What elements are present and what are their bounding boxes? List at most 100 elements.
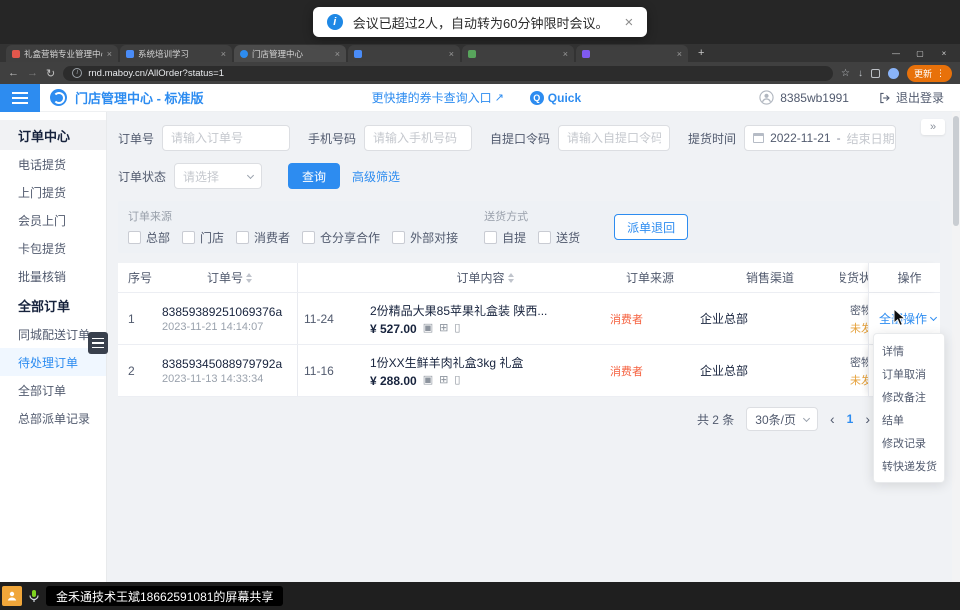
checkbox-store[interactable]: 门店 — [182, 229, 224, 246]
col-header-order-no: 订单号 — [152, 263, 297, 292]
sort-icon[interactable] — [508, 273, 514, 283]
quick-search-entry[interactable]: Q Quick — [530, 91, 581, 105]
share-status-text: 金禾通技术王斌18662591081的屏幕共享 — [56, 588, 273, 605]
browser-tab-4[interactable]: × — [348, 45, 460, 62]
date-separator: - — [837, 131, 841, 145]
bookmark-star-icon[interactable]: ☆ — [841, 68, 850, 79]
checkbox-external[interactable]: 外部对接 — [392, 229, 458, 246]
window-close-icon[interactable]: × — [932, 49, 956, 58]
back-icon[interactable]: ← — [8, 67, 19, 79]
checkbox-icon[interactable] — [128, 231, 141, 244]
user-account[interactable]: 8385wb1991 — [759, 90, 849, 105]
browser-tab-6[interactable]: × — [576, 45, 688, 62]
page-size-select[interactable]: 30条/页 — [746, 407, 818, 431]
table-row-2: 2 83859345088979792a 2023-11-13 14:33:34… — [118, 345, 940, 397]
browser-tab-3-active[interactable]: 门店管理中心 × — [234, 45, 346, 62]
phone-input[interactable] — [364, 125, 472, 151]
col-header-action: 操作 — [868, 263, 940, 292]
menu-item-close-order[interactable]: 结单 — [874, 408, 944, 431]
order-no-input[interactable] — [162, 125, 290, 151]
checkbox-label: 自提 — [502, 229, 526, 246]
menu-item-express-ship[interactable]: 转快递发货 — [874, 454, 944, 477]
favicon — [354, 50, 362, 58]
sort-icon[interactable] — [246, 273, 252, 283]
sidebar-section-all-orders[interactable]: 全部订单 — [0, 290, 106, 320]
all-actions-dropdown[interactable]: 全部操作 — [879, 310, 940, 327]
tab-title: 礼盒营销专业管理中心 — [24, 48, 103, 60]
order-content: 1份XX生鲜羊肉礼盒3kg 礼盒 — [370, 354, 596, 371]
browser-tab-5[interactable]: × — [462, 45, 574, 62]
url-text: rnd.maboy.cn/AllOrder?status=1 — [88, 68, 224, 79]
checkbox-consumer[interactable]: 消费者 — [236, 229, 290, 246]
checkbox-icon[interactable] — [484, 231, 497, 244]
site-info-icon[interactable]: i — [72, 68, 82, 78]
favicon — [126, 50, 134, 58]
browser-update-button[interactable]: 更新 ⋮ — [907, 65, 952, 82]
dispatch-return-button[interactable]: 派单退回 — [614, 214, 688, 240]
sidebar-item-all-orders[interactable]: 全部订单 — [0, 376, 106, 404]
advanced-filter-link[interactable]: 高级筛选 — [352, 168, 400, 185]
tab-close-icon[interactable]: × — [221, 49, 226, 59]
logout-button[interactable]: 退出登录 — [879, 89, 944, 106]
extensions-icon[interactable] — [871, 69, 880, 78]
tab-close-icon[interactable]: × — [563, 49, 568, 59]
phone-label: 手机号码 — [308, 130, 356, 147]
minimize-icon[interactable]: — — [884, 49, 908, 58]
toast-close-icon[interactable]: × — [624, 14, 633, 31]
menu-item-cancel-order[interactable]: 订单取消 — [874, 362, 944, 385]
order-source-tag: 消费者 — [610, 363, 690, 379]
order-no: 83859345088979792a — [162, 357, 297, 371]
checkbox-warehouse-share[interactable]: 仓分享合作 — [302, 229, 380, 246]
browser-tabbar: 礼盒营销专业管理中心 × 系统培训学习 × 门店管理中心 × × × × — [0, 44, 960, 62]
date-range-picker[interactable]: 2022-11-21 - 结束日期 — [744, 125, 896, 151]
checkbox-self-pickup[interactable]: 自提 — [484, 229, 526, 246]
search-button[interactable]: 查询 — [288, 163, 340, 189]
microphone-icon[interactable] — [27, 589, 41, 603]
next-page-button[interactable]: › — [865, 411, 870, 427]
tab-close-icon[interactable]: × — [449, 49, 454, 59]
tab-close-icon[interactable]: × — [677, 49, 682, 59]
order-status-select[interactable]: 请选择 — [174, 163, 262, 189]
profile-avatar[interactable] — [888, 68, 899, 79]
sidebar-item-door-pickup[interactable]: 上门提货 — [0, 178, 106, 206]
menu-item-detail[interactable]: 详情 — [874, 339, 944, 362]
ship-status-line2: 未发货 — [850, 320, 868, 336]
browser-tab-2[interactable]: 系统培训学习 × — [120, 45, 232, 62]
browser-tab-1[interactable]: 礼盒营销专业管理中心 × — [6, 45, 118, 62]
sidebar-item-batch-verify[interactable]: 批量核销 — [0, 262, 106, 290]
order-price: ¥ 527.00 — [370, 322, 417, 336]
checkbox-hq[interactable]: 总部 — [128, 229, 170, 246]
prev-page-button[interactable]: ‹ — [830, 411, 835, 427]
scrollbar-track[interactable] — [952, 112, 960, 582]
sidebar-item-card-pickup[interactable]: 卡包提货 — [0, 234, 106, 262]
checkbox-icon[interactable] — [392, 231, 405, 244]
sidebar-item-phone-pickup[interactable]: 电话提货 — [0, 150, 106, 178]
reload-icon[interactable]: ↻ — [46, 67, 55, 80]
maximize-icon[interactable]: ▢ — [908, 49, 932, 58]
logout-icon — [879, 92, 891, 104]
checkbox-icon[interactable] — [236, 231, 249, 244]
checkbox-icon[interactable] — [302, 231, 315, 244]
sidebar-item-hq-dispatch-records[interactable]: 总部派单记录 — [0, 404, 106, 432]
sidebar-section-order-center[interactable]: 订单中心 — [0, 120, 106, 150]
checkbox-icon[interactable] — [538, 231, 551, 244]
checkbox-delivery[interactable]: 送货 — [538, 229, 580, 246]
address-bar[interactable]: i rnd.maboy.cn/AllOrder?status=1 — [63, 66, 833, 81]
pickup-code-input[interactable] — [558, 125, 670, 151]
coupon-query-link[interactable]: 更快捷的券卡查询入口 ↗ — [372, 89, 504, 106]
tab-close-icon[interactable]: × — [335, 49, 340, 59]
menu-item-edit-history[interactable]: 修改记录 — [874, 431, 944, 454]
tab-close-icon[interactable]: × — [107, 49, 112, 59]
download-icon[interactable]: ↓ — [858, 68, 863, 79]
scrollbar-thumb[interactable] — [953, 116, 959, 226]
new-tab-button[interactable]: + — [698, 47, 704, 59]
panel-collapse-button[interactable]: » — [921, 119, 945, 135]
hamburger-menu-button[interactable] — [0, 84, 40, 112]
user-icon — [759, 90, 774, 105]
menu-item-edit-remark[interactable]: 修改备注 — [874, 385, 944, 408]
checkbox-icon[interactable] — [182, 231, 195, 244]
floating-menu-button[interactable] — [88, 332, 108, 354]
current-page[interactable]: 1 — [847, 412, 854, 426]
sidebar-item-member-visit[interactable]: 会员上门 — [0, 206, 106, 234]
forward-icon[interactable]: → — [27, 67, 38, 79]
